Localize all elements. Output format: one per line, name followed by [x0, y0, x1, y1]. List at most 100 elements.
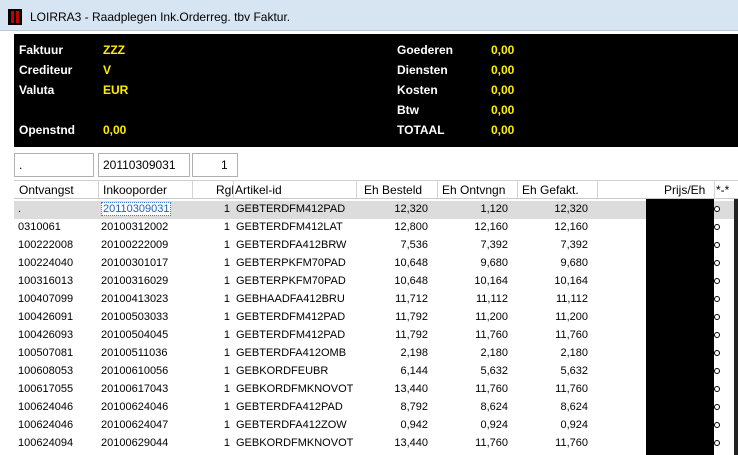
row-radio-icon[interactable] — [714, 386, 720, 392]
table-row[interactable]: 100624094 20100629044 1 GEBKORDFMKNOVOT 13,4… — [14, 435, 738, 453]
diensten-label: Diensten — [397, 63, 448, 77]
header-rgl[interactable]: Rgl — [216, 183, 234, 197]
table-row[interactable]: 100507081 20100511036 1 GEBTERDFA412OMB 2,19… — [14, 345, 738, 363]
row-radio-icon[interactable] — [714, 404, 720, 410]
cell-eh-besteld: 8,792 — [400, 401, 428, 413]
header-ontvangst[interactable]: Ontvangst — [19, 183, 74, 197]
header-inkooporder[interactable]: Inkooporder — [103, 183, 167, 197]
app-icon — [8, 9, 22, 25]
cell-rgl: 1 — [223, 437, 230, 449]
cell-inkooporder: 20100624047 — [101, 419, 169, 431]
cell-inkooporder: 20100222009 — [101, 239, 169, 251]
ontvangst-filter-input[interactable]: . — [14, 153, 94, 177]
header-eh-ontvngn[interactable]: Eh Ontvngn — [442, 183, 505, 197]
cell-artikel-id: GEBTERDFA412OMB — [236, 347, 347, 359]
cell-inkooporder: 20100503033 — [101, 311, 169, 323]
cell-eh-ontvngn: 10,164 — [474, 275, 508, 287]
cell-eh-ontvngn: 11,760 — [475, 383, 508, 395]
cell-artikel-id: GEBTERDFM412PAD — [236, 329, 346, 341]
table-row[interactable]: 100316013 20100316029 1 GEBTERPKFM70PAD 10,6… — [14, 273, 738, 291]
cell-eh-besteld: 6,144 — [400, 365, 428, 377]
cell-ontvangst: 100426093 — [18, 329, 74, 341]
row-radio-icon[interactable] — [714, 332, 720, 338]
faktuur-value: ZZZ — [103, 43, 125, 57]
cell-rgl: 1 — [223, 293, 230, 305]
cell-eh-gefakt: 11,760 — [555, 383, 588, 395]
valuta-value: EUR — [103, 83, 129, 97]
invoice-summary-panel: Faktuur ZZZ Crediteur V Valuta EUR Opens… — [14, 34, 738, 147]
header-eh-gefakt[interactable]: Eh Gefakt. — [522, 183, 579, 197]
cell-eh-besteld: 0,942 — [400, 419, 428, 431]
cell-eh-gefakt: 2,180 — [560, 347, 588, 359]
cell-eh-gefakt: 12,320 — [554, 203, 588, 215]
cell-eh-gefakt: 0,924 — [560, 419, 588, 431]
table-row[interactable]: 100624046 20100624047 1 GEBTERDFA412ZOW 0,94… — [14, 417, 738, 435]
inkooporder-filter-input[interactable]: 20110309031 — [98, 153, 190, 177]
cell-ontvangst: 100608053 — [18, 365, 74, 377]
cell-rgl: 1 — [223, 347, 230, 359]
table-row[interactable]: . 20110309031 1 GEBTERDFM412PAD 12,320 1,120 1… — [14, 201, 738, 219]
cell-ontvangst: 100426091 — [18, 311, 74, 323]
cell-ontvangst: 100224040 — [18, 257, 74, 269]
cell-eh-ontvngn: 2,180 — [480, 347, 508, 359]
cell-eh-besteld: 13,440 — [394, 383, 428, 395]
row-radio-icon[interactable] — [714, 224, 720, 230]
table-row[interactable]: 0310061 20100312002 1 GEBTERDFM412LAT 12,800… — [14, 219, 738, 237]
crediteur-value: V — [103, 63, 112, 77]
cell-rgl: 1 — [223, 329, 230, 341]
cell-inkooporder: 20100610056 — [101, 365, 169, 377]
header-prijs-eh[interactable]: Prijs/Eh — [664, 183, 705, 197]
table-row[interactable]: 100426093 20100504045 1 GEBTERDFM412PAD 11,7… — [14, 327, 738, 345]
kosten-value: 0,00 — [491, 83, 515, 97]
cell-inkooporder: 20100301017 — [101, 257, 169, 269]
cell-inkooporder: 20100617043 — [101, 383, 169, 395]
header-eh-besteld[interactable]: Eh Besteld — [364, 183, 422, 197]
table-row[interactable]: 100426091 20100503033 1 GEBTERDFM412PAD 11,7… — [14, 309, 738, 327]
row-radio-icon[interactable] — [714, 278, 720, 284]
cell-eh-gefakt: 7,392 — [560, 239, 588, 251]
rgl-filter-input[interactable]: 1 — [192, 153, 238, 177]
row-radio-icon[interactable] — [714, 242, 720, 248]
header-artikel-id[interactable]: Artikel-id — [235, 183, 282, 197]
table-row[interactable]: 100224040 20100301017 1 GEBTERPKFM70PAD 10,6… — [14, 255, 738, 273]
vertical-scrollbar[interactable] — [734, 199, 738, 455]
cell-ontvangst: 0310061 — [18, 221, 61, 233]
cell-rgl: 1 — [223, 203, 230, 215]
cell-eh-besteld: 2,198 — [400, 347, 428, 359]
openstnd-value: 0,00 — [103, 123, 127, 137]
table-row[interactable]: 100617055 20100617043 1 GEBKORDFMKNOVOT 13,4… — [14, 381, 738, 399]
cell-inkooporder: 20100629044 — [101, 437, 169, 449]
cell-artikel-id: GEBTERDFM412PAD — [236, 311, 346, 323]
cell-eh-ontvngn: 11,760 — [475, 329, 508, 341]
row-radio-icon[interactable] — [714, 368, 720, 374]
cell-rgl: 1 — [223, 311, 230, 323]
cell-inkooporder: 20110309031 — [101, 202, 172, 216]
cell-eh-besteld: 11,712 — [395, 293, 428, 305]
cell-eh-gefakt: 11,760 — [555, 437, 588, 449]
table-row[interactable]: 100407099 20100413023 1 GEBHAADFA412BRU 11,7… — [14, 291, 738, 309]
cell-rgl: 1 — [223, 275, 230, 287]
cell-eh-gefakt: 11,200 — [555, 311, 588, 323]
diensten-value: 0,00 — [491, 63, 515, 77]
header-star[interactable]: *-* — [716, 183, 729, 197]
grid-header: Ontvangst Inkooporder Rgl Artikel-id Eh … — [14, 181, 738, 199]
cell-eh-ontvngn: 9,680 — [480, 257, 508, 269]
cell-eh-gefakt: 5,632 — [560, 365, 588, 377]
row-radio-icon[interactable] — [714, 260, 720, 266]
cell-eh-gefakt: 8,624 — [560, 401, 588, 413]
cell-artikel-id: GEBTERDFM412PAD — [236, 203, 346, 215]
valuta-label: Valuta — [19, 83, 55, 97]
cell-artikel-id: GEBTERDFA412BRW — [236, 239, 347, 251]
row-radio-icon[interactable] — [714, 206, 720, 212]
row-radio-icon[interactable] — [714, 296, 720, 302]
cell-artikel-id: GEBHAADFA412BRU — [236, 293, 345, 305]
row-radio-icon[interactable] — [714, 350, 720, 356]
cell-eh-gefakt: 11,760 — [555, 329, 588, 341]
cell-rgl: 1 — [223, 239, 230, 251]
table-row[interactable]: 100624046 20100624046 1 GEBTERDFA412PAD 8,79… — [14, 399, 738, 417]
table-row[interactable]: 100222008 20100222009 1 GEBTERDFA412BRW 7,53… — [14, 237, 738, 255]
row-radio-icon[interactable] — [714, 422, 720, 428]
row-radio-icon[interactable] — [714, 440, 720, 446]
table-row[interactable]: 100608053 20100610056 1 GEBKORDFEUBR 6,144 5,… — [14, 363, 738, 381]
row-radio-icon[interactable] — [714, 314, 720, 320]
